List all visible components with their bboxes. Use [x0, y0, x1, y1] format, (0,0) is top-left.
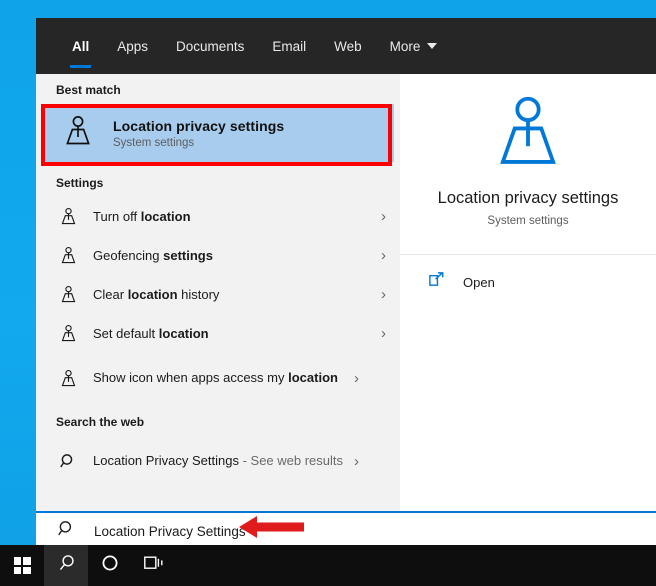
location-privacy-icon: [56, 324, 80, 343]
best-match-section: Location privacy settings System setting…: [36, 104, 400, 166]
label-prefix: Show icon when apps access my: [93, 370, 289, 385]
tab-all-label: All: [72, 38, 90, 54]
label-match: location: [158, 325, 209, 341]
tab-more-label: More: [389, 38, 421, 54]
search-the-web-header: Search the web: [56, 415, 145, 429]
label-match: location: [127, 286, 178, 302]
taskbar: [0, 545, 656, 586]
chevron-right-icon: ›: [381, 286, 386, 303]
open-external-icon: [428, 271, 445, 293]
chevron-right-icon: ›: [381, 325, 386, 342]
search-icon: [57, 554, 76, 578]
settings-item-label: Turn off location: [93, 209, 370, 225]
label-prefix: Turn off: [93, 208, 141, 224]
cortana-button[interactable]: [88, 545, 132, 586]
settings-item-show-icon-when-apps-access-my-location[interactable]: Show icon when apps access my location ›: [36, 353, 400, 403]
tab-web-label: Web: [334, 38, 362, 54]
tab-email[interactable]: Email: [258, 18, 320, 74]
chevron-down-icon: [427, 43, 438, 49]
label-suffix: history: [177, 286, 220, 302]
chevron-right-icon: ›: [381, 208, 386, 225]
location-privacy-icon: [56, 246, 80, 265]
start-button[interactable]: [0, 545, 44, 586]
settings-item-label: Set default location: [93, 326, 370, 342]
settings-item-geofencing-settings[interactable]: Geofencing settings ›: [36, 236, 400, 275]
settings-item-turn-off-location[interactable]: Turn off location ›: [36, 197, 400, 236]
task-view-icon: [144, 555, 164, 576]
label-match: location: [140, 208, 191, 224]
best-match-title: Location privacy settings: [113, 117, 285, 134]
tab-apps-label: Apps: [117, 38, 149, 54]
settings-header: Settings: [56, 176, 104, 190]
chevron-right-icon: ›: [354, 452, 359, 470]
search-icon: [56, 453, 80, 470]
web-result-label: Location Privacy Settings - See web resu…: [93, 453, 343, 469]
location-privacy-icon: [56, 369, 80, 388]
label-match: settings: [163, 247, 213, 263]
location-privacy-icon: [56, 285, 80, 304]
task-view-button[interactable]: [132, 545, 176, 586]
tab-email-label: Email: [272, 38, 307, 54]
tab-documents-label: Documents: [176, 38, 245, 54]
settings-item-label: Show icon when apps access my location: [93, 370, 343, 386]
annotation-arrow: [239, 516, 304, 538]
location-privacy-icon: [56, 207, 80, 226]
search-flyout: All Apps Documents Email Web More Best m…: [36, 18, 656, 546]
label-match: location: [288, 370, 338, 385]
search-button[interactable]: [44, 545, 88, 586]
chevron-right-icon: ›: [381, 247, 386, 264]
settings-item-set-default-location[interactable]: Set default location ›: [36, 314, 400, 353]
open-action-button[interactable]: Open: [400, 255, 656, 293]
tab-web[interactable]: Web: [320, 18, 376, 74]
settings-item-label: Geofencing settings: [93, 248, 370, 264]
search-input[interactable]: Location Privacy Settings: [94, 524, 246, 539]
web-result-item[interactable]: Location Privacy Settings - See web resu…: [36, 436, 400, 486]
best-match-header: Best match: [56, 83, 121, 97]
web-result-query: Location Privacy Settings: [93, 453, 239, 468]
open-action-label: Open: [463, 274, 495, 290]
settings-item-clear-location-history[interactable]: Clear location history ›: [36, 275, 400, 314]
tab-apps[interactable]: Apps: [103, 18, 162, 74]
search-icon: [58, 520, 76, 543]
tab-more[interactable]: More: [376, 18, 452, 74]
preview-title: Location privacy settings: [437, 189, 619, 207]
search-tab-bar: All Apps Documents Email Web More: [36, 18, 656, 74]
tab-all[interactable]: All: [58, 18, 103, 74]
label-prefix: Geofencing: [93, 247, 164, 263]
cortana-circle-icon: [101, 554, 119, 577]
settings-item-label: Clear location history: [93, 287, 370, 303]
web-result-suffix: - See web results: [238, 453, 344, 468]
label-prefix: Set default: [93, 325, 159, 341]
location-privacy-icon: [491, 96, 565, 174]
location-privacy-icon: [63, 115, 93, 152]
best-match-subtitle: System settings: [113, 136, 195, 149]
preview-hero: Location privacy settings System setting…: [400, 74, 656, 227]
preview-subtitle: System settings: [487, 215, 569, 227]
chevron-right-icon: ›: [354, 369, 359, 387]
preview-pane: Location privacy settings System setting…: [400, 74, 656, 546]
tab-documents[interactable]: Documents: [162, 18, 258, 74]
windows-logo-icon: [13, 557, 31, 574]
best-match-item[interactable]: Location privacy settings System setting…: [45, 104, 394, 162]
results-list: Best match Location privacy settings Sys…: [36, 74, 400, 546]
label-prefix: Clear: [93, 286, 128, 302]
